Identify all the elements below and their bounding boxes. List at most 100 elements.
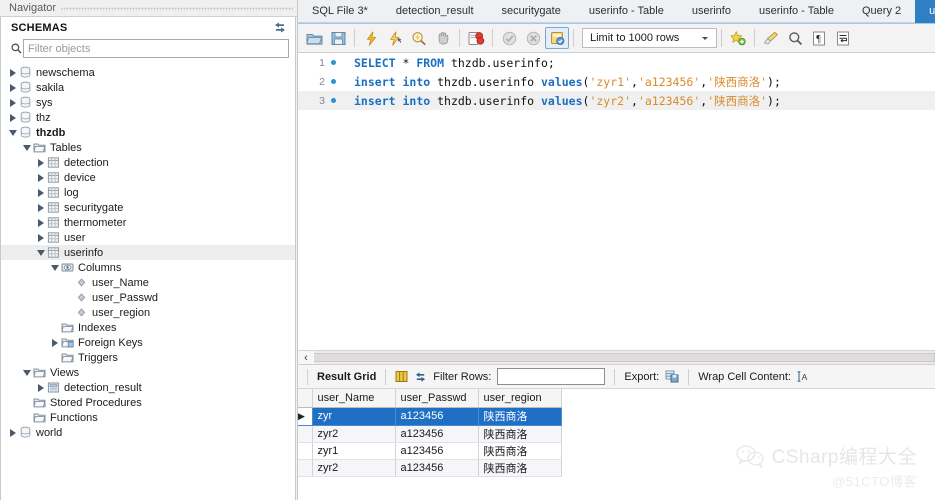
statement-marker-icon[interactable] bbox=[331, 98, 336, 103]
tree-item-user-region[interactable]: user_region bbox=[1, 305, 295, 320]
chevron-down-icon[interactable] bbox=[49, 265, 60, 271]
row-marker-cell[interactable] bbox=[298, 442, 312, 459]
tree-item-user[interactable]: user bbox=[1, 230, 295, 245]
result-grid-table[interactable]: user_Nameuser_Passwduser_region ▶zyra123… bbox=[298, 389, 562, 477]
collapse-editor-icon[interactable]: ‹ bbox=[298, 351, 314, 364]
filter-objects-input[interactable] bbox=[23, 39, 289, 58]
chevron-down-icon[interactable] bbox=[21, 370, 32, 376]
tab-use[interactable]: use bbox=[915, 0, 935, 23]
tab-detection-result[interactable]: detection_result bbox=[382, 0, 488, 23]
open-sql-script-icon[interactable] bbox=[302, 27, 326, 49]
tree-item-device[interactable]: device bbox=[1, 170, 295, 185]
tree-item-sys[interactable]: sys bbox=[1, 95, 295, 110]
chevron-right-icon[interactable] bbox=[35, 384, 46, 392]
refresh-icon[interactable] bbox=[273, 21, 287, 34]
refresh-results-icon[interactable] bbox=[414, 371, 427, 383]
table-cell[interactable]: 陕西商洛 bbox=[478, 425, 561, 442]
tree-item-securitygate[interactable]: securitygate bbox=[1, 200, 295, 215]
tab-securitygate[interactable]: securitygate bbox=[488, 0, 575, 23]
tree-item-user-name[interactable]: user_Name bbox=[1, 275, 295, 290]
wrap-cell-icon[interactable]: A bbox=[797, 370, 810, 383]
explain-statement-icon[interactable] bbox=[407, 27, 431, 49]
tree-item-detection[interactable]: detection bbox=[1, 155, 295, 170]
editor-results-splitter[interactable]: ‹ bbox=[298, 350, 935, 365]
tree-item-triggers[interactable]: Triggers bbox=[1, 350, 295, 365]
chevron-right-icon[interactable] bbox=[7, 114, 18, 122]
tree-item-thz[interactable]: thz bbox=[1, 110, 295, 125]
stop-script-icon[interactable] bbox=[431, 27, 455, 49]
table-row[interactable]: ▶zyra123456陕西商洛 bbox=[298, 407, 561, 425]
tree-item-sakila[interactable]: sakila bbox=[1, 80, 295, 95]
chevron-right-icon[interactable] bbox=[7, 69, 18, 77]
tree-item-foreign-keys[interactable]: Foreign Keys bbox=[1, 335, 295, 350]
table-cell[interactable]: zyr2 bbox=[312, 425, 395, 442]
table-row[interactable]: zyr2a123456陕西商洛 bbox=[298, 425, 561, 442]
export-icon[interactable] bbox=[665, 370, 679, 383]
table-cell[interactable]: 陕西商洛 bbox=[478, 407, 561, 425]
column-header-user_region[interactable]: user_region bbox=[478, 389, 561, 407]
table-cell[interactable]: zyr bbox=[312, 407, 395, 425]
chevron-right-icon[interactable] bbox=[35, 219, 46, 227]
wrap-lines-icon[interactable] bbox=[831, 27, 855, 49]
table-cell[interactable]: 陕西商洛 bbox=[478, 442, 561, 459]
results-grid-area[interactable]: user_Nameuser_Passwduser_region ▶zyra123… bbox=[298, 389, 935, 500]
row-marker-cell[interactable] bbox=[298, 459, 312, 476]
table-cell[interactable]: a123456 bbox=[395, 442, 478, 459]
table-cell[interactable]: 陕西商洛 bbox=[478, 459, 561, 476]
tree-item-world[interactable]: world bbox=[1, 425, 295, 440]
table-cell[interactable]: a123456 bbox=[395, 407, 478, 425]
table-cell[interactable]: a123456 bbox=[395, 425, 478, 442]
commit-icon[interactable] bbox=[497, 27, 521, 49]
tree-item-userinfo[interactable]: userinfo bbox=[1, 245, 295, 260]
limit-rows-select[interactable]: Limit to 1000 rows bbox=[582, 28, 717, 48]
tree-item-functions[interactable]: Functions bbox=[1, 410, 295, 425]
save-script-icon[interactable] bbox=[326, 27, 350, 49]
tree-item-user-passwd[interactable]: user_Passwd bbox=[1, 290, 295, 305]
tree-item-tables[interactable]: Tables bbox=[1, 140, 295, 155]
tree-item-columns[interactable]: Columns bbox=[1, 260, 295, 275]
chevron-right-icon[interactable] bbox=[7, 99, 18, 107]
editor-tab-bar[interactable]: SQL File 3*detection_resultsecuritygateu… bbox=[298, 0, 935, 24]
execute-statement-icon[interactable] bbox=[359, 27, 383, 49]
tab-userinfo-table[interactable]: userinfo - Table bbox=[745, 0, 848, 23]
row-marker-cell[interactable] bbox=[298, 425, 312, 442]
tree-item-detection-result[interactable]: detection_result bbox=[1, 380, 295, 395]
table-cell[interactable]: zyr2 bbox=[312, 459, 395, 476]
chevron-right-icon[interactable] bbox=[35, 159, 46, 167]
tree-item-indexes[interactable]: Indexes bbox=[1, 320, 295, 335]
tab-query-2[interactable]: Query 2 bbox=[848, 0, 915, 23]
table-row[interactable]: zyr2a123456陕西商洛 bbox=[298, 459, 561, 476]
chevron-down-icon[interactable] bbox=[35, 250, 46, 256]
column-header-user_Name[interactable]: user_Name bbox=[312, 389, 395, 407]
table-cell[interactable]: zyr1 bbox=[312, 442, 395, 459]
chevron-right-icon[interactable] bbox=[7, 84, 18, 92]
tree-item-thzdb[interactable]: thzdb bbox=[1, 125, 295, 140]
filter-rows-input[interactable] bbox=[497, 368, 605, 385]
execute-current-statement-icon[interactable] bbox=[383, 27, 407, 49]
toggle-invisible-chars-icon[interactable]: ¶ bbox=[807, 27, 831, 49]
statement-marker-icon[interactable] bbox=[331, 60, 336, 65]
tree-item-views[interactable]: Views bbox=[1, 365, 295, 380]
statement-marker-icon[interactable] bbox=[331, 79, 336, 84]
sql-editor[interactable]: 1SELECT * FROM thzdb.userinfo;2insert in… bbox=[298, 53, 935, 350]
chevron-right-icon[interactable] bbox=[35, 174, 46, 182]
add-snippet-icon[interactable] bbox=[726, 27, 750, 49]
toggle-stop-on-error-icon[interactable] bbox=[464, 27, 488, 49]
chevron-down-icon[interactable] bbox=[21, 145, 32, 151]
chevron-down-icon[interactable] bbox=[7, 130, 18, 136]
tab-userinfo[interactable]: userinfo bbox=[678, 0, 745, 23]
find-icon[interactable] bbox=[783, 27, 807, 49]
tab-userinfo-table[interactable]: userinfo - Table bbox=[575, 0, 678, 23]
column-header-user_Passwd[interactable]: user_Passwd bbox=[395, 389, 478, 407]
autocommit-icon[interactable] bbox=[545, 27, 569, 49]
code-line[interactable]: 2insert into thzdb.userinfo values('zyr1… bbox=[298, 72, 935, 91]
chevron-right-icon[interactable] bbox=[49, 339, 60, 347]
chevron-right-icon[interactable] bbox=[35, 234, 46, 242]
schema-tree[interactable]: newschemasakilasysthzthzdbTablesdetectio… bbox=[1, 63, 295, 500]
chevron-right-icon[interactable] bbox=[7, 429, 18, 437]
chevron-right-icon[interactable] bbox=[35, 204, 46, 212]
code-line[interactable]: 1SELECT * FROM thzdb.userinfo; bbox=[298, 53, 935, 72]
tree-item-log[interactable]: log bbox=[1, 185, 295, 200]
tab-sql-file-3-[interactable]: SQL File 3* bbox=[298, 0, 382, 23]
tree-item-newschema[interactable]: newschema bbox=[1, 65, 295, 80]
